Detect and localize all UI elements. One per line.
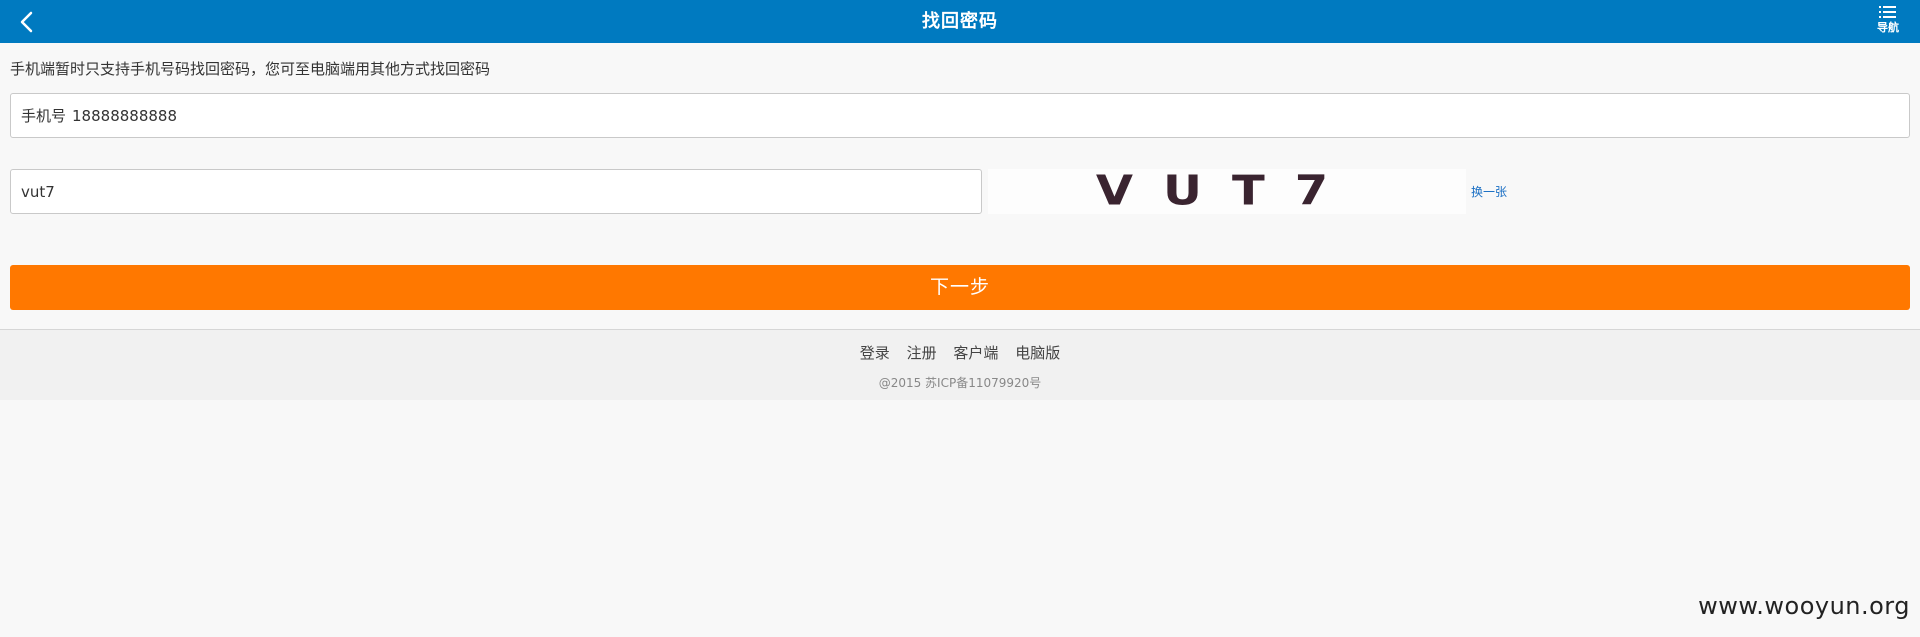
footer-link-login[interactable]: 登录 [860,344,890,362]
footer-links: 登录 注册 客户端 电脑版 [0,342,1920,363]
captcha-value: vut7 [21,182,55,201]
notice-text: 手机端暂时只支持手机号码找回密码，您可至电脑端用其他方式找回密码 [10,60,491,78]
captcha-input[interactable]: vut7 [10,169,982,214]
nav-button[interactable]: 导航 [1870,5,1906,39]
copyright: @2015 苏ICP备11079920号 [878,376,1042,390]
next-step-button[interactable]: 下一步 [10,265,1910,310]
captcha-image-text: VUT7 [1096,169,1358,214]
captcha-image[interactable]: VUT7 [988,167,1466,215]
phone-field[interactable]: 手机号 18888888888 [10,93,1910,138]
footer-link-register[interactable]: 注册 [907,344,937,362]
footer-link-desktop[interactable]: 电脑版 [1015,344,1060,362]
phone-value: 18888888888 [72,106,177,125]
nav-label: 导航 [1877,21,1899,34]
list-icon [1870,5,1906,21]
phone-label: 手机号 [21,107,67,125]
page-title: 找回密码 [922,11,998,32]
footer-link-client[interactable]: 客户端 [953,344,998,362]
top-bar: 找回密码 导航 [0,0,1920,43]
footer: 登录 注册 客户端 电脑版 @2015 苏ICP备11079920号 [0,329,1920,400]
watermark: www.wooyun.org [1698,592,1910,620]
refresh-captcha-link[interactable]: 换一张 [1471,183,1507,200]
